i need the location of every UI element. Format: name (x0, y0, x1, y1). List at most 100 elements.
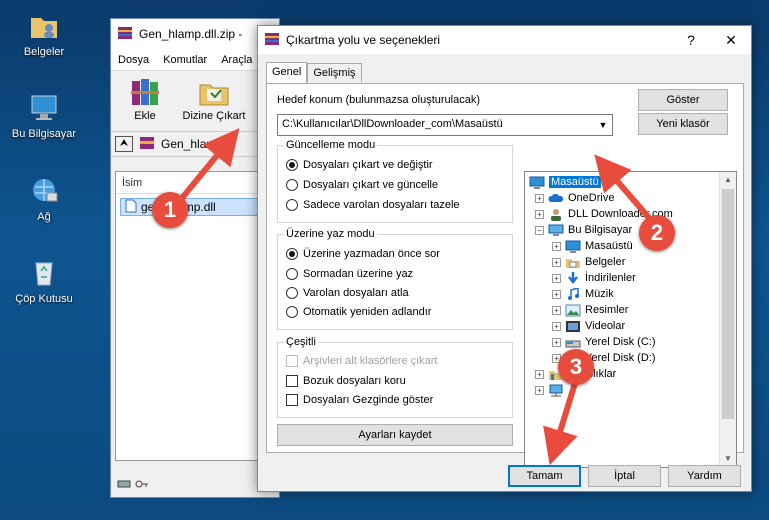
desktop-icon-label: Ağ (37, 211, 51, 223)
pictures-icon (565, 304, 581, 317)
tree-item[interactable]: Masaüstü (529, 174, 601, 190)
desktop-icon-network[interactable]: Ağ (6, 175, 82, 223)
expand-icon[interactable]: + (552, 305, 561, 315)
dialog-title: Çıkartma yolu ve seçenekleri (286, 33, 441, 47)
ok-button[interactable]: Tamam (508, 465, 581, 487)
winrar-dialog-icon (264, 31, 280, 50)
tree-item-label: OneDrive (568, 192, 615, 204)
radio[interactable] (286, 287, 298, 299)
tree-item[interactable]: − Bu Bilgisayar (535, 222, 632, 238)
general-tab-panel: Hedef konum (bulunmazsa oluşturulacak) C… (266, 83, 744, 468)
option-label: Sadece varolan dosyaları tazele (303, 199, 460, 211)
expand-icon[interactable]: + (552, 337, 561, 347)
scroll-up-icon[interactable]: ▲ (720, 172, 736, 188)
radio[interactable] (286, 268, 298, 280)
tree-item[interactable]: + Masaüstü (552, 238, 633, 254)
folder-user-icon (27, 10, 61, 42)
save-settings-button[interactable]: Ayarları kaydet (277, 424, 513, 446)
radio-selected[interactable] (286, 248, 298, 260)
tree-item[interactable]: + Müzik (552, 286, 614, 302)
expand-icon[interactable]: + (552, 241, 561, 251)
menu-item-commands[interactable]: Komutlar (163, 54, 207, 66)
tree-item[interactable]: + OneDrive (535, 190, 614, 206)
overwrite-option-skip[interactable]: Varolan dosyaları atla (286, 287, 409, 299)
destination-label: Hedef konum (bulunmazsa oluşturulacak) (277, 94, 480, 106)
expand-icon[interactable]: + (552, 321, 561, 331)
radio[interactable] (286, 199, 298, 211)
radio[interactable] (286, 306, 298, 318)
misc-option-subfolders: Arşivleri alt klasörlere çıkart (286, 355, 437, 367)
tree-item[interactable]: + (535, 382, 568, 398)
cancel-button[interactable]: İptal (588, 465, 661, 487)
drive-icon (565, 336, 581, 349)
collapse-icon[interactable]: − (535, 225, 544, 235)
update-option-freshen[interactable]: Sadece varolan dosyaları tazele (286, 199, 460, 211)
help-button[interactable]: Yardım (668, 465, 741, 487)
misc-group: Çeşitli Arşivleri alt klasörlere çıkart … (277, 336, 513, 418)
overwrite-option-without-prompt[interactable]: Sormadan üzerine yaz (286, 268, 413, 280)
expand-icon[interactable]: + (535, 369, 544, 379)
option-label: Bozuk dosyaları koru (303, 375, 406, 387)
download-icon (565, 271, 581, 285)
folder-extract-icon (197, 77, 231, 107)
extract-to-button-label: Dizine Çıkart (182, 110, 246, 122)
overwrite-option-rename[interactable]: Otomatik yeniden adlandır (286, 306, 431, 318)
network-icon (548, 384, 564, 397)
tree-scrollbar[interactable]: ▲ ▼ (719, 172, 736, 467)
radio[interactable] (286, 179, 298, 191)
expand-icon[interactable]: + (535, 209, 544, 219)
expand-icon[interactable]: + (535, 193, 544, 203)
desktop-icon-recycle-bin[interactable]: Çöp Kutusu (6, 257, 82, 305)
checkbox[interactable] (286, 375, 298, 387)
extract-to-button[interactable]: Dizine Çıkart (179, 75, 249, 127)
update-option-replace[interactable]: Dosyaları çıkart ve değiştir (286, 159, 433, 171)
desktop-icon-documents[interactable]: Belgeler (6, 10, 82, 58)
tree-item[interactable]: + Belgeler (552, 254, 625, 270)
overwrite-option-ask[interactable]: Üzerine yazmadan önce sor (286, 248, 440, 260)
expand-icon[interactable]: + (552, 257, 561, 267)
new-folder-button[interactable]: Yeni klasör (638, 113, 728, 135)
misc-option-show-in-explorer[interactable]: Dosyaları Gezginde göster (286, 394, 433, 406)
checkbox[interactable] (286, 394, 298, 406)
misc-option-keep-broken[interactable]: Bozuk dosyaları koru (286, 375, 406, 387)
show-button[interactable]: Göster (638, 89, 728, 111)
tree-item[interactable]: + İndirilenler (552, 270, 636, 286)
tree-item-label: Yerel Disk (D:) (585, 352, 656, 364)
add-button[interactable]: Ekle (117, 75, 173, 127)
tree-item-label: Belgeler (585, 256, 626, 268)
folder-tree[interactable]: ▲ ▼ Masaüstü + OneDrive + DLL Downloader.com… (524, 171, 737, 468)
expand-icon[interactable]: + (552, 273, 561, 283)
up-folder-icon[interactable]: ⮝ (115, 136, 133, 152)
column-header-name[interactable]: İsim (116, 172, 278, 194)
expand-icon[interactable]: + (535, 385, 544, 395)
misc-title: Çeşitli (284, 336, 318, 348)
desktop-icon (565, 240, 581, 253)
menu-item-tools[interactable]: Araçla (221, 54, 252, 66)
destination-path-combo[interactable]: C:\Kullanıcılar\DllDownloader_com\Masaüs… (277, 114, 613, 136)
chevron-down-icon[interactable]: ▼ (594, 115, 612, 135)
option-label: Otomatik yeniden adlandır (303, 306, 432, 318)
help-title-button[interactable]: ? (671, 26, 711, 54)
tree-item[interactable]: + Yerel Disk (C:) (552, 334, 656, 350)
update-option-update[interactable]: Dosyaları çıkart ve güncelle (286, 179, 438, 191)
tree-item[interactable]: + Videolar (552, 318, 625, 334)
drive-icon (117, 479, 131, 492)
tree-item-label: Masaüstü (549, 176, 601, 188)
network-globe-icon (27, 175, 61, 207)
radio-selected[interactable] (286, 159, 298, 171)
tree-item[interactable]: + Resimler (552, 302, 628, 318)
desktop-icon-label: Çöp Kutusu (15, 293, 73, 305)
tree-item-label: Müzik (585, 288, 614, 300)
expand-icon[interactable]: + (552, 289, 561, 299)
overwrite-mode-group: Üzerine yaz modu Üzerine yazmadan önce s… (277, 228, 513, 330)
file-row[interactable]: gen_hlamp.dll (120, 198, 278, 216)
user-icon (548, 208, 564, 221)
winrar-window: Gen_hlamp.dll.zip - Dosya Komutlar Araçl… (110, 18, 280, 498)
scroll-thumb[interactable] (722, 189, 734, 419)
desktop-icon-this-pc[interactable]: Bu Bilgisayar (6, 92, 82, 140)
close-button[interactable]: ✕ (711, 26, 751, 54)
tab-advanced[interactable]: Gelişmiş (307, 63, 362, 82)
menu-item-file[interactable]: Dosya (118, 54, 149, 66)
option-label: Sormadan üzerine yaz (303, 268, 414, 280)
tab-general[interactable]: Genel (266, 62, 308, 83)
